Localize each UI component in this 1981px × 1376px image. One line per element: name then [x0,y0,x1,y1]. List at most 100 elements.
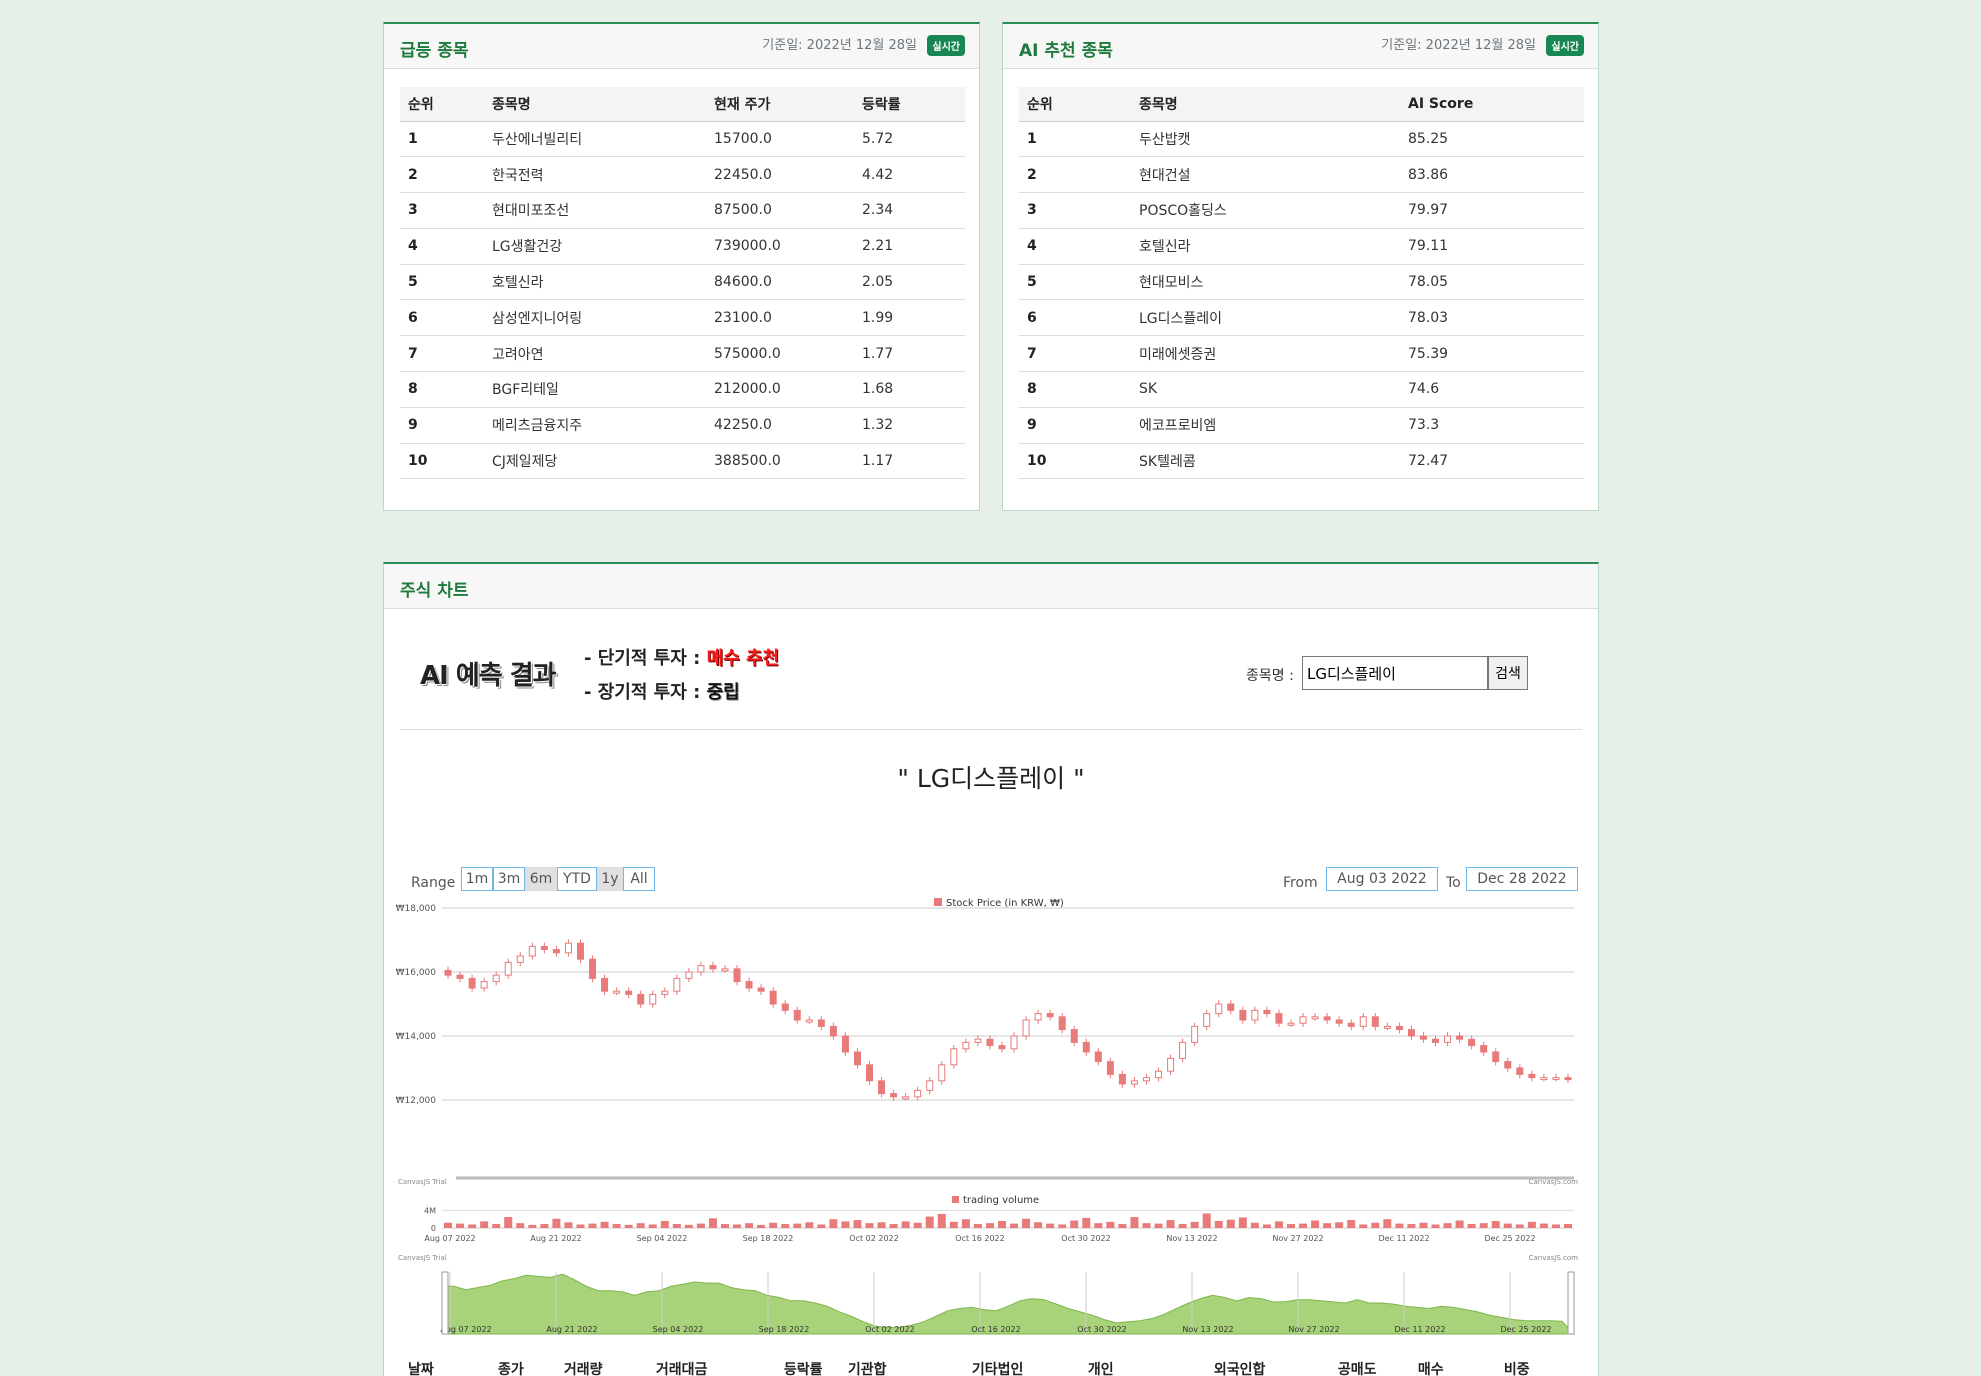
range-all-button[interactable]: All [623,867,655,891]
navigator-tick-label: Dec 25 2022 [1500,1325,1551,1334]
table-row[interactable]: 6 LG디스플레이 78.03 [1019,299,1584,337]
volume-bar [1407,1224,1416,1228]
x-tick-label: Sep 18 2022 [743,1234,794,1243]
volume-bar [985,1223,994,1228]
range-1m-button[interactable]: 1m [461,867,493,891]
table-cell: 3 [400,192,484,229]
stock-search-input[interactable] [1302,656,1488,690]
column-header: 거래대금 [647,1351,776,1376]
candle [1251,1009,1259,1021]
candle [709,965,717,970]
candle [1191,1025,1199,1043]
candle [902,1096,910,1100]
candle [552,949,560,954]
candle [1287,1022,1295,1026]
candle [613,990,621,994]
volume-bar [504,1217,513,1228]
from-date-input[interactable]: Aug 03 2022 [1326,867,1438,891]
candle [504,961,512,976]
volume-bar [528,1224,537,1228]
table-row[interactable]: 9 에코프로비엠 73.3 [1019,407,1584,444]
candle [1082,1041,1090,1053]
table-row[interactable]: 3 POSCO홀딩스 79.97 [1019,192,1584,229]
table-row[interactable]: 8 BGF리테일 212000.0 1.68 [400,371,965,408]
table-row[interactable]: 10 SK텔레콤 72.47 [1019,443,1584,480]
candle [601,977,609,992]
candle [444,969,452,976]
table-row[interactable]: 5 호텔신라 84600.0 2.05 [400,264,965,301]
volume-bar [745,1223,754,1228]
range-1y-button[interactable]: 1y [597,867,623,891]
short-term-label: - 단기적 투자 : [584,648,701,669]
candle [805,1019,813,1023]
table-cell: 2.05 [854,264,965,301]
table-row[interactable]: 7 미래에셋증권 75.39 [1019,335,1584,373]
column-header: 등락률 [775,1351,840,1376]
candle [1359,1016,1367,1027]
volume-bar [997,1220,1006,1228]
candle [1070,1029,1078,1043]
column-header: 외국인합 [1205,1351,1330,1376]
table-row[interactable]: 1 두산에너빌리티 15700.0 5.72 [400,121,965,158]
table-cell: 388500.0 [706,443,854,480]
volume-bar [1130,1217,1139,1228]
volume-bar [733,1224,742,1228]
candle [1323,1016,1331,1021]
search-button[interactable]: 검색 [1488,656,1528,690]
table-row[interactable]: 5 현대모비스 78.05 [1019,264,1584,301]
column-header: 순위 [1019,87,1131,122]
table-row[interactable]: 2 한국전력 22450.0 4.42 [400,156,965,194]
candle [1215,1003,1223,1015]
table-row[interactable]: 4 호텔신라 79.11 [1019,228,1584,265]
candle [637,993,645,1005]
volume-bar [588,1223,597,1228]
table-cell: 22450.0 [706,156,854,194]
range-ytd-button[interactable]: YTD [557,867,597,891]
volume-bar [564,1222,573,1228]
range-6m-button[interactable]: 6m [525,867,557,891]
volume-bar [757,1224,766,1228]
table-cell: 미래에셋증권 [1131,335,1400,373]
to-date-input[interactable]: Dec 28 2022 [1466,867,1578,891]
volume-bar [696,1223,705,1228]
surge-card-title: 급등 종목 [400,41,469,61]
candle [1371,1016,1379,1027]
volume-bar [1347,1220,1356,1228]
table-row[interactable]: 2 현대건설 83.86 [1019,156,1584,194]
table-cell: 에코프로비엠 [1131,407,1400,444]
navigator-handle-right [1567,1271,1575,1335]
candle [1480,1045,1488,1053]
table-cell: 84600.0 [706,264,854,301]
candle [1034,1013,1042,1021]
stock-chart[interactable]: Stock Price (in KRW, ₩) ₩18,000 ₩16,000 ₩1… [384,894,1600,1336]
table-cell: 8 [1019,371,1131,408]
candle [1299,1016,1307,1024]
volume-bar [793,1223,802,1228]
range-3m-button[interactable]: 3m [493,867,525,891]
column-header: 현재 주가 [706,87,854,122]
daily-data-table: 날짜종가거래량거래대금등락률기관합기타법인개인외국인합공매도매수비중 2022-… [400,1351,1584,1376]
volume-legend[interactable]: trading volume [963,1195,1039,1206]
table-row[interactable]: 3 현대미포조선 87500.0 2.34 [400,192,965,229]
x-tick-label: Oct 02 2022 [849,1234,898,1243]
candle [1058,1016,1066,1031]
candle [564,942,572,954]
surge-card: 급등 종목 기준일: 2022년 12월 28일 실시간 순위 종목명 현재 주… [383,22,980,511]
column-header: 기타법인 [963,1351,1080,1376]
table-row[interactable]: 8 SK 74.6 [1019,371,1584,408]
table-row[interactable]: 9 메리츠금융지주 42250.0 1.32 [400,407,965,444]
table-cell: 현대미포조선 [484,192,706,229]
table-row[interactable]: 4 LG생활건강 739000.0 2.21 [400,228,965,265]
table-row[interactable]: 1 두산밥캣 85.25 [1019,121,1584,158]
volume-bar [1443,1223,1452,1228]
volume-bar [1178,1224,1187,1228]
price-legend[interactable]: Stock Price (in KRW, ₩) [946,898,1064,909]
x-tick-label: Aug 07 2022 [424,1234,475,1243]
table-row[interactable]: 6 삼성엔지니어링 23100.0 1.99 [400,299,965,337]
volume-bar [576,1224,585,1228]
volume-bar [708,1218,717,1228]
candle [733,968,741,983]
stock-chart-card-header: 주식 차트 [384,564,1598,609]
table-row[interactable]: 10 CJ제일제당 388500.0 1.17 [400,443,965,480]
table-row[interactable]: 7 고려아연 575000.0 1.77 [400,335,965,373]
